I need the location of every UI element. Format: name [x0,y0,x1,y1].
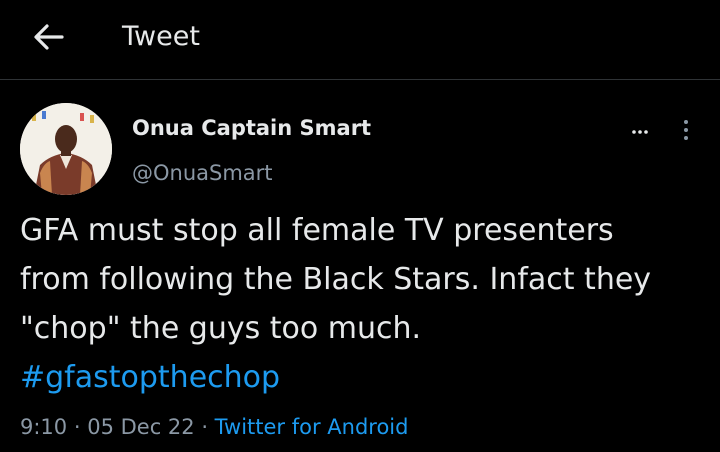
more-horizontal-icon [632,130,648,134]
back-button[interactable] [28,20,68,54]
arrow-left-icon [34,24,64,50]
more-options-button[interactable] [626,120,656,140]
separator: · [67,415,88,439]
more-vertical-icon [684,120,688,140]
author-display-name[interactable]: Onua Captain Smart [132,114,371,142]
tweet-source-link[interactable]: Twitter for Android [215,415,409,439]
tweet-text-line: "chop" the guys too much. [20,311,422,346]
tweet-date: 05 Dec 22 [87,415,195,439]
avatar-photo [20,103,112,195]
tweet-text-line: GFA must stop all female TV presenters [20,213,614,248]
separator: · [194,415,215,439]
overflow-menu-button[interactable] [676,116,696,144]
tweet-text-line: from following the Black Stars. Infact t… [20,262,652,297]
author-handle[interactable]: @OnuaSmart [132,159,273,187]
page-title: Tweet [122,21,200,52]
hashtag-link[interactable]: #gfastopthechop [20,353,280,402]
avatar[interactable] [20,103,112,195]
tweet-body: GFA must stop all female TV presenters f… [20,206,710,402]
tweet-time: 9:10 [20,415,68,439]
tweet-metadata: 9:10 · 05 Dec 22 · Twitter for Android [20,412,408,442]
top-bar: Tweet [0,0,720,80]
